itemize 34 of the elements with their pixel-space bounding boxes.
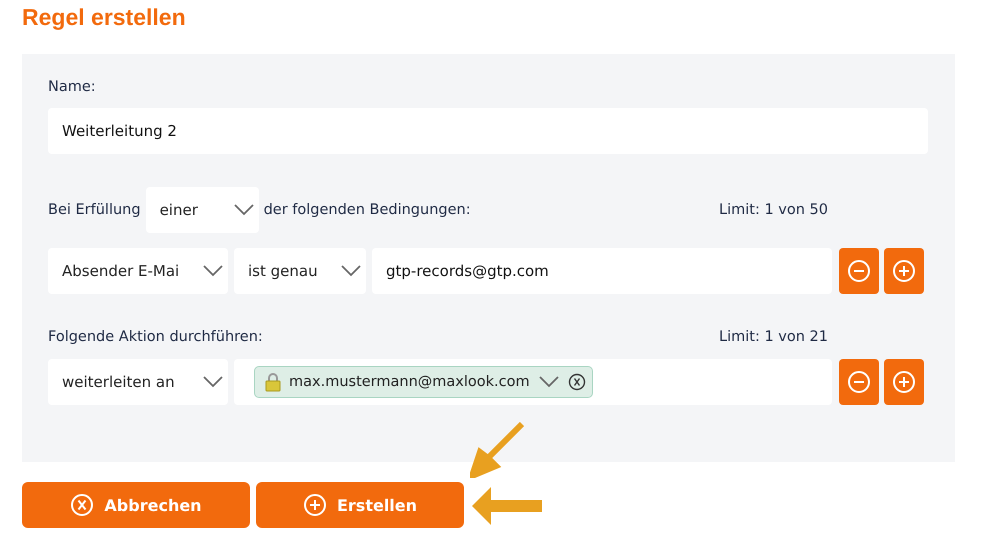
chevron-down-icon [202,375,224,389]
limit-text: Limit: 1 von 50 [719,202,828,218]
chevron-down-icon [202,264,224,278]
minus-circle-icon [847,259,871,283]
close-circle-icon [70,493,94,517]
operator-dropdown[interactable]: ist genau [234,248,366,294]
name-field[interactable]: Weiterleitung 2 [48,108,928,154]
arrow-icon [472,486,544,526]
chevron-down-icon [340,264,362,278]
recipient-email: max.mustermann@maxlook.com [289,374,530,390]
page-title: Regel erstellen [22,4,186,31]
plus-circle-icon [892,370,916,394]
field-dropdown[interactable]: Absender E-Mai [48,248,228,294]
remove-icon[interactable] [568,373,586,391]
recipient-chip[interactable]: max.mustermann@maxlook.com [254,366,593,398]
arrow-icon [470,422,524,478]
plus-circle-icon [892,259,916,283]
chevron-down-icon [538,375,560,389]
match-dropdown[interactable]: einer [146,187,259,233]
add-button[interactable] [884,359,924,405]
limit-text: Limit: 1 von 21 [719,329,828,345]
remove-button[interactable] [839,359,879,405]
chevron-down-icon [232,203,255,217]
minus-circle-icon [847,370,871,394]
action-dropdown[interactable]: weiterleiten an [48,359,228,405]
condition-label: Bei Erfüllung [48,202,141,218]
action-label: Folgende Aktion durchführen: [48,329,263,345]
plus-circle-icon [302,493,327,517]
condition-label: der folgenden Bedingungen: [264,202,471,218]
recipient-field[interactable]: max.mustermann@maxlook.com [234,359,832,405]
add-button[interactable] [884,248,924,294]
value-field[interactable]: gtp-records@gtp.com [372,248,832,294]
name-label: Name: [48,79,96,95]
remove-button[interactable] [839,248,879,294]
